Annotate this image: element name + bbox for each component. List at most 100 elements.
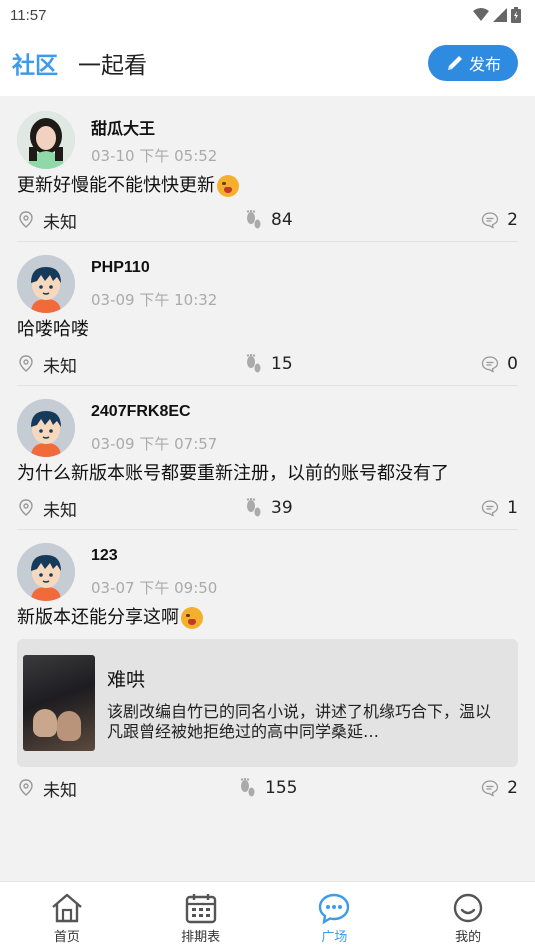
post-item[interactable]: PHP110 03-09 下午 10:32 哈喽哈喽 未知 15 0 [0,242,535,386]
nav-square[interactable]: 广场 [268,882,402,951]
nav-schedule[interactable]: 排期表 [134,882,268,951]
post-item[interactable]: 123 03-07 下午 09:50 新版本还能分享这啊 难哄 该剧改编自竹已的… [0,530,535,809]
location-stat: 未知 [17,496,77,521]
views-stat: 39 [245,498,293,518]
post-content: 为什么新版本账号都要重新注册，以前的账号都没有了 [17,461,518,487]
views-stat: 155 [239,778,297,798]
post-text: 为什么新版本账号都要重新注册，以前的账号都没有了 [17,463,449,484]
post-text: 哈喽哈喽 [17,319,89,340]
post-timestamp: 03-07 下午 09:50 [91,579,218,597]
location-stat: 未知 [17,776,77,801]
home-icon [52,893,82,923]
nav-home-label: 首页 [53,930,80,945]
user-photo-avatar [17,111,75,169]
footprint-icon [246,354,261,373]
crying-emoji-icon [217,175,239,197]
status-bar: 11:57 [0,0,535,30]
top-header: 社区 一起看 发布 [0,30,535,96]
comments-stat[interactable]: 2 [481,210,518,230]
nav-square-label: 广场 [321,930,348,945]
avatar[interactable] [17,255,75,313]
nav-schedule-label: 排期表 [181,930,221,945]
username[interactable]: PHP110 [91,259,217,281]
smile-icon [453,893,483,923]
location-text: 未知 [43,356,77,377]
post-timestamp: 03-09 下午 07:57 [91,435,218,453]
post-timestamp: 03-09 下午 10:32 [91,291,218,309]
location-pin-icon [19,355,33,372]
location-text: 未知 [43,500,77,521]
nav-mine-label: 我的 [455,930,482,945]
location-pin-icon [19,211,33,228]
post-stats: 未知 155 2 [17,767,518,809]
post-content: 更新好慢能不能快快更新 [17,173,518,199]
views-count: 155 [265,778,298,798]
crying-emoji-icon [181,607,203,629]
chat-icon [319,893,350,924]
tab-community[interactable]: 社区 [12,46,58,80]
location-pin-icon [19,499,33,516]
comments-count: 0 [507,354,518,374]
video-poster-image [23,655,95,751]
comments-count: 1 [507,498,518,518]
location-stat: 未知 [17,352,77,377]
post-stats: 未知 84 2 [17,199,518,241]
comments-stat[interactable]: 0 [481,354,518,374]
post-content: 新版本还能分享这啊 [17,605,518,631]
publish-label: 发布 [468,57,501,74]
default-avatar-icon [17,543,75,601]
footprint-icon [246,210,261,229]
post-text: 新版本还能分享这啊 [17,607,179,628]
tab-watch-together[interactable]: 一起看 [78,46,147,80]
post-feed: 甜瓜大王 03-10 下午 05:52 更新好慢能不能快快更新 未知 84 2 [0,98,535,809]
shared-video-title: 难哄 [107,668,146,691]
post-text: 更新好慢能不能快快更新 [17,175,215,196]
calendar-icon [185,894,216,924]
post-stats: 未知 39 1 [17,487,518,529]
avatar[interactable] [17,399,75,457]
views-count: 39 [271,498,293,518]
comments-count: 2 [507,778,518,798]
status-icons [473,7,521,23]
shared-video-description: 该剧改编自竹已的同名小说，讲述了机缘巧合下，温以凡跟曾经被她拒绝过的高中同学桑延… [107,701,492,741]
bottom-navigation: 首页 排期表 广场 我的 [0,881,535,951]
location-text: 未知 [43,212,77,233]
publish-button[interactable]: 发布 [428,45,518,81]
nav-mine[interactable]: 我的 [401,882,535,951]
avatar[interactable] [17,111,75,169]
battery-icon [511,7,521,23]
location-text: 未知 [43,780,77,801]
default-avatar-icon [17,399,75,457]
views-stat: 15 [245,354,293,374]
post-content: 哈喽哈喽 [17,317,518,343]
pencil-icon [447,56,462,70]
comment-icon [482,212,499,229]
shared-video-card[interactable]: 难哄 该剧改编自竹已的同名小说，讲述了机缘巧合下，温以凡跟曾经被她拒绝过的高中同… [17,639,518,767]
comments-stat[interactable]: 2 [481,778,518,798]
views-count: 84 [271,210,293,230]
nav-home[interactable]: 首页 [0,882,134,951]
wifi-icon [473,8,489,21]
comments-stat[interactable]: 1 [481,498,518,518]
comment-icon [482,780,499,797]
post-timestamp: 03-10 下午 05:52 [91,147,218,165]
views-count: 15 [271,354,293,374]
post-item[interactable]: 甜瓜大王 03-10 下午 05:52 更新好慢能不能快快更新 未知 84 2 [0,98,535,242]
location-stat: 未知 [17,208,77,233]
status-time: 11:57 [10,6,47,24]
comments-count: 2 [507,210,518,230]
post-item[interactable]: 2407FRK8EC 03-09 下午 07:57 为什么新版本账号都要重新注册… [0,386,535,530]
username[interactable]: 123 [91,547,217,569]
footprint-icon [246,498,261,517]
location-pin-icon [19,779,33,796]
post-stats: 未知 15 0 [17,343,518,385]
comment-icon [482,356,499,373]
signal-icon [493,8,507,22]
avatar[interactable] [17,543,75,601]
username[interactable]: 甜瓜大王 [91,115,217,138]
comment-icon [482,500,499,517]
views-stat: 84 [245,210,293,230]
default-avatar-icon [17,255,75,313]
footprint-icon [240,778,255,797]
username[interactable]: 2407FRK8EC [91,403,217,425]
